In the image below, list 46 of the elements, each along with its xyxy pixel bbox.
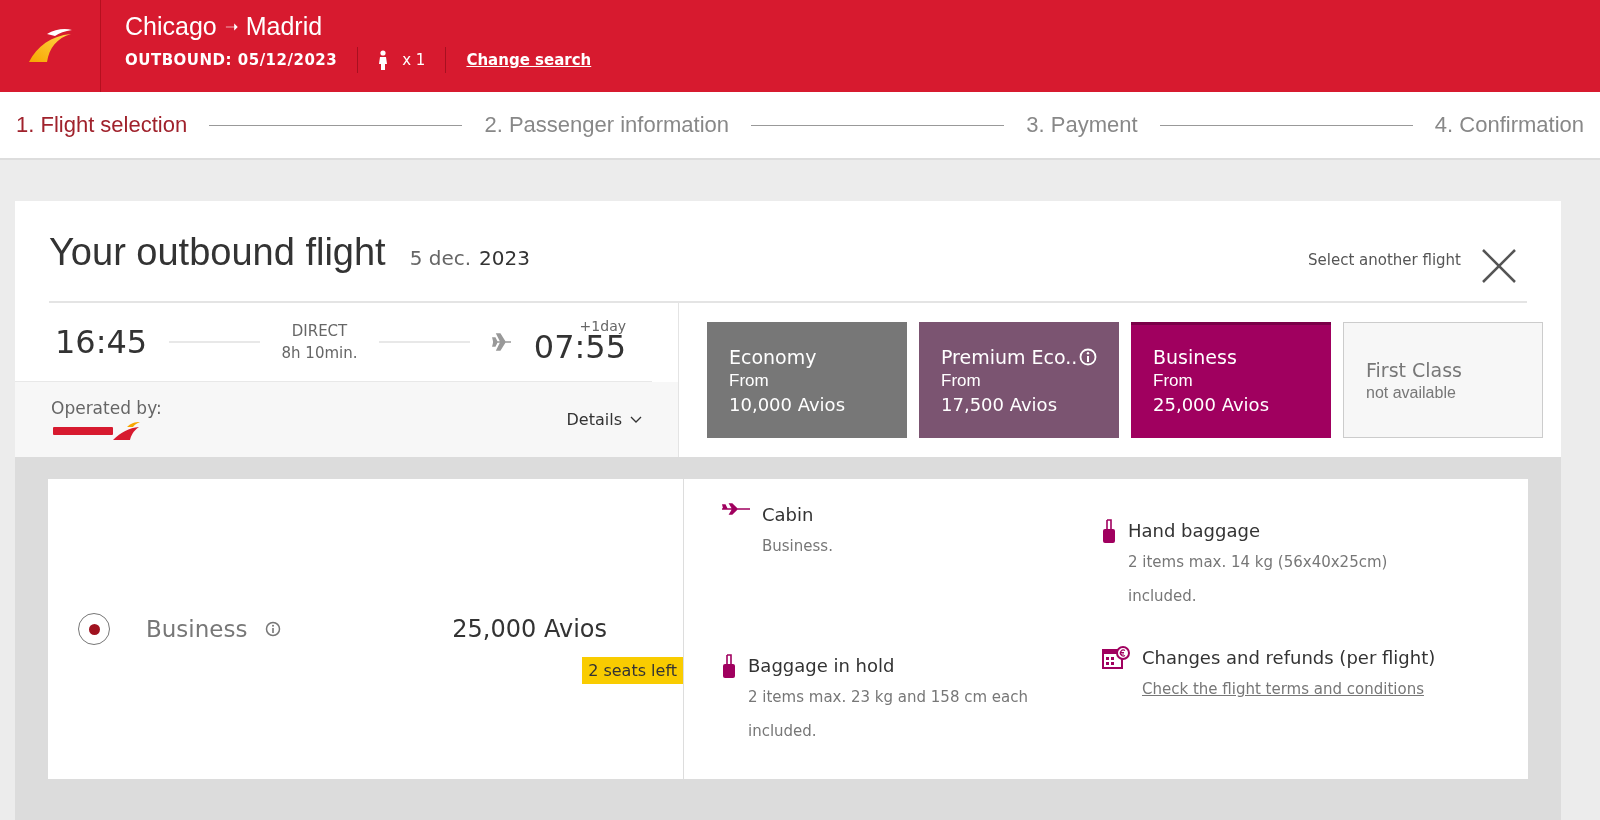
select-another-flight-link[interactable]: Select another flight xyxy=(1308,251,1461,269)
fare-tab[interactable]: Business From 25,000 Avios xyxy=(1131,322,1331,438)
close-icon[interactable] xyxy=(1481,248,1517,284)
benefit-title: Baggage in hold xyxy=(748,654,896,678)
flight-year: 2023 xyxy=(479,246,530,270)
details-button[interactable]: Details xyxy=(566,406,642,433)
benefit-title: Hand baggage xyxy=(1128,519,1261,543)
suitcase-icon xyxy=(1102,519,1116,545)
benefit-title: Changes and refunds (per flight) xyxy=(1142,646,1436,670)
step-label: 4. Confirmation xyxy=(1434,112,1584,138)
benefit-text: Business. xyxy=(762,536,833,557)
benefit-text: 2 items max. 14 kg (56x40x25cm) xyxy=(1128,552,1388,573)
calendar-euro-icon xyxy=(1102,646,1130,670)
outbound-date: OUTBOUND: 05/12/2023 xyxy=(125,51,338,69)
page-title: Your outbound flight xyxy=(49,231,386,274)
flight-duration: 8h 10min. xyxy=(281,343,358,364)
step-label: 2. Passenger information xyxy=(484,112,730,138)
plane-icon xyxy=(491,332,512,352)
flight-day: 5 dec. xyxy=(409,246,472,270)
person-icon xyxy=(378,50,389,70)
fare-tab[interactable]: First Class not available xyxy=(1343,322,1543,438)
suitcase-icon xyxy=(722,654,736,680)
logo-icon xyxy=(27,28,73,64)
chevron-down-icon xyxy=(630,415,642,424)
benefit-text: 2 items max. 23 kg and 158 cm each xyxy=(748,687,1029,708)
fare-name: Business xyxy=(146,616,248,642)
route-arrow: ➝ xyxy=(224,17,238,36)
benefit-text: included. xyxy=(748,721,818,742)
info-icon[interactable] xyxy=(265,621,282,637)
flight-type: DIRECT xyxy=(291,321,348,342)
step-label: 1. Flight selection xyxy=(16,112,188,138)
fare-price: 25,000 Avios xyxy=(452,615,607,643)
departure-time: 16:45 xyxy=(55,323,148,361)
fare-tab[interactable]: Premium Eco.. From 17,500 Avios xyxy=(919,322,1119,438)
fare-tab[interactable]: Economy From 10,000 Avios xyxy=(707,322,907,438)
benefit-text: included. xyxy=(1128,586,1198,607)
seats-left-badge: 2 seats left xyxy=(582,657,683,684)
benefit-title: Cabin xyxy=(762,503,815,527)
plane-icon xyxy=(722,503,750,515)
change-search-link[interactable]: Change search xyxy=(466,51,592,69)
origin-city: Chicago xyxy=(125,12,217,41)
operated-by-label: Operated by: xyxy=(51,397,162,418)
passenger-count: x 1 xyxy=(402,51,426,69)
terms-link[interactable]: Check the flight terms and conditions xyxy=(1142,672,1436,706)
step-label: 3. Payment xyxy=(1026,112,1138,138)
destination-city: Madrid xyxy=(245,12,323,41)
